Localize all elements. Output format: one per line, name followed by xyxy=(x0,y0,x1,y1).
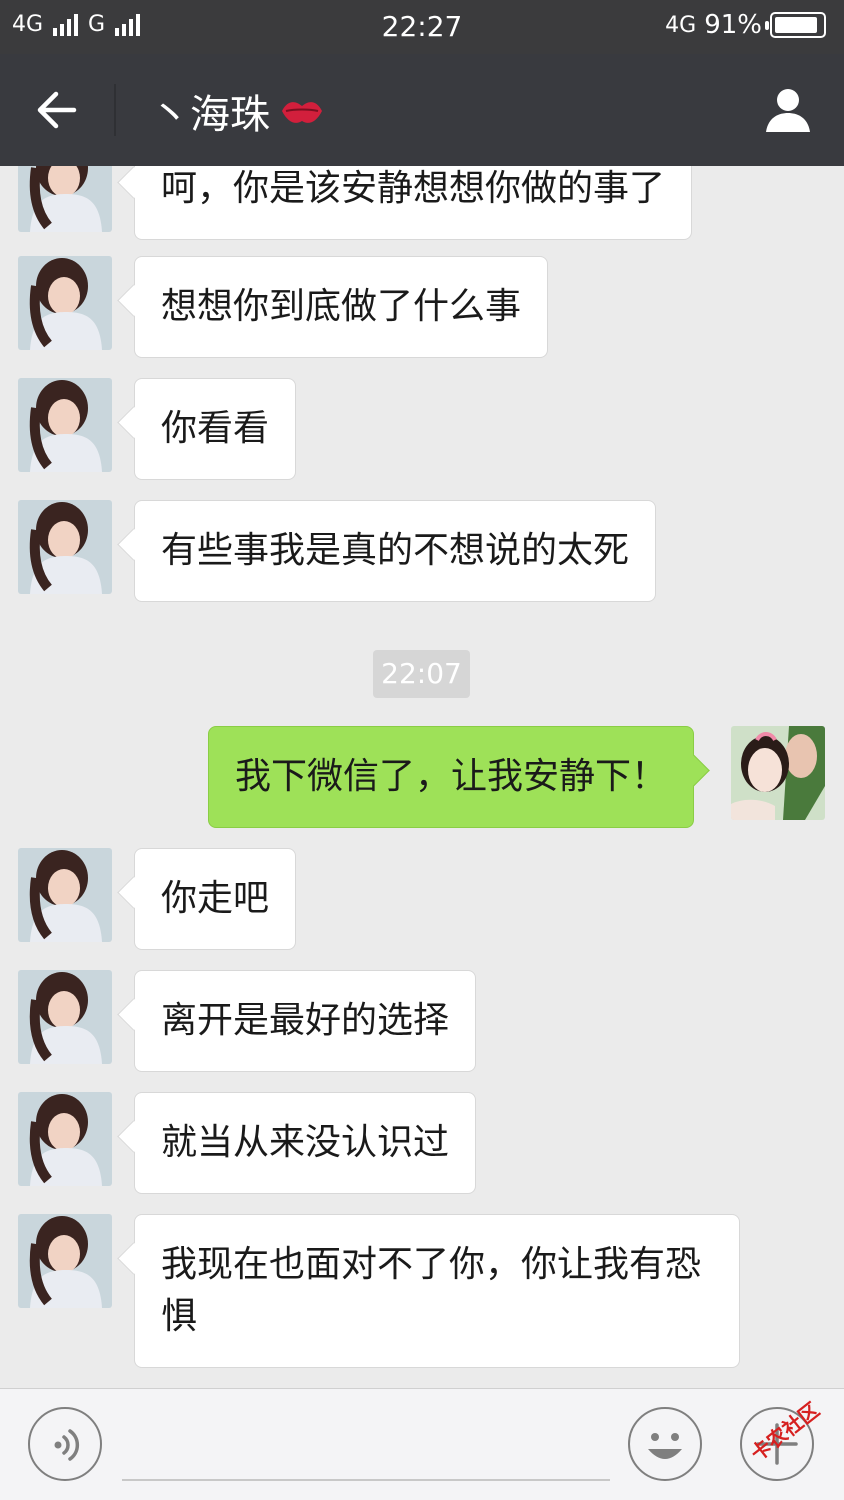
my-avatar[interactable] xyxy=(731,726,825,820)
emoji-button[interactable] xyxy=(628,1407,702,1481)
contact-avatar[interactable] xyxy=(18,500,112,594)
voice-icon xyxy=(54,1429,80,1461)
contact-avatar[interactable] xyxy=(18,848,112,942)
header-divider xyxy=(114,84,116,136)
voice-input-button[interactable] xyxy=(28,1407,102,1481)
incoming-message[interactable]: 有些事我是真的不想说的太死 xyxy=(134,500,657,602)
kiss-lips-icon xyxy=(282,102,322,123)
contact-avatar[interactable] xyxy=(18,256,112,350)
incoming-message[interactable]: 呵，你是该安静想想你做的事了 xyxy=(134,166,693,240)
message-input[interactable] xyxy=(122,1409,610,1481)
contact-avatar[interactable] xyxy=(18,970,112,1064)
contact-avatar[interactable] xyxy=(18,378,112,472)
incoming-message[interactable]: 你走吧 xyxy=(134,848,297,950)
chat-header: 丶海珠 xyxy=(0,54,844,166)
network-label-3: 4G xyxy=(665,12,697,38)
timestamp-divider: 22:07 xyxy=(373,650,470,698)
incoming-message[interactable]: 我现在也面对不了你，你让我有恐 惧 xyxy=(134,1214,740,1368)
back-arrow-icon[interactable] xyxy=(30,82,86,138)
contact-avatar[interactable] xyxy=(18,166,112,232)
battery-percent: 91% xyxy=(704,10,762,40)
profile-icon[interactable] xyxy=(762,84,814,136)
incoming-message[interactable]: 想想你到底做了什么事 xyxy=(134,256,549,358)
incoming-message[interactable]: 就当从来没认识过 xyxy=(134,1092,477,1194)
battery-group: 4G 91% xyxy=(665,10,826,40)
chat-title: 丶海珠 xyxy=(150,82,326,140)
status-bar: 4G G 22:27 4G 91% xyxy=(0,0,844,54)
smiley-icon xyxy=(648,1433,682,1459)
incoming-message[interactable]: 你看看 xyxy=(134,378,297,480)
contact-avatar[interactable] xyxy=(18,1214,112,1308)
outgoing-message[interactable]: 我下微信了，让我安静下！ xyxy=(208,726,695,828)
contact-avatar[interactable] xyxy=(18,1092,112,1186)
battery-icon xyxy=(765,12,826,38)
chat-messages[interactable]: 呵，你是该安静想想你做的事了 想想你到底做了什么事 你看看 有些事我是真的不想说… xyxy=(0,166,844,1388)
input-bar xyxy=(0,1388,844,1500)
incoming-message[interactable]: 离开是最好的选择 xyxy=(134,970,477,1072)
contact-name: 丶海珠 xyxy=(150,92,270,138)
